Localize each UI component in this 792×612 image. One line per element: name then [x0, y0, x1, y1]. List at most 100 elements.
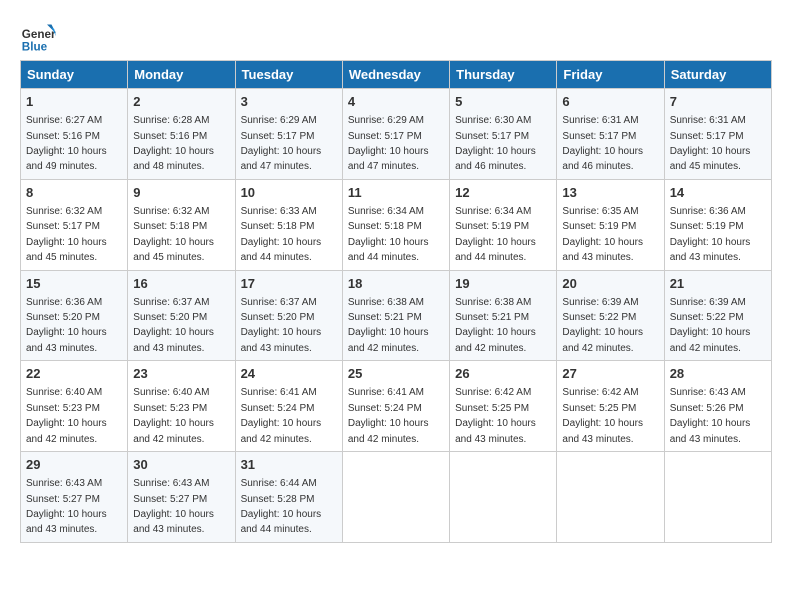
day-info: Sunrise: 6:30 AMSunset: 5:17 PMDaylight:… — [455, 115, 536, 172]
day-number: 4 — [348, 93, 444, 111]
calendar-cell: 11 Sunrise: 6:34 AMSunset: 5:18 PMDaylig… — [342, 179, 449, 270]
weekday-header: Saturday — [664, 61, 771, 89]
day-info: Sunrise: 6:29 AMSunset: 5:17 PMDaylight:… — [241, 115, 322, 172]
day-number: 10 — [241, 184, 337, 202]
calendar-cell: 30 Sunrise: 6:43 AMSunset: 5:27 PMDaylig… — [128, 452, 235, 543]
day-info: Sunrise: 6:37 AMSunset: 5:20 PMDaylight:… — [241, 297, 322, 354]
day-info: Sunrise: 6:36 AMSunset: 5:20 PMDaylight:… — [26, 297, 107, 354]
logo: General Blue — [20, 20, 56, 56]
weekday-header: Wednesday — [342, 61, 449, 89]
day-number: 5 — [455, 93, 551, 111]
calendar-table: SundayMondayTuesdayWednesdayThursdayFrid… — [20, 60, 772, 543]
calendar-cell: 18 Sunrise: 6:38 AMSunset: 5:21 PMDaylig… — [342, 270, 449, 361]
day-number: 31 — [241, 456, 337, 474]
calendar-cell: 1 Sunrise: 6:27 AMSunset: 5:16 PMDayligh… — [21, 89, 128, 180]
day-info: Sunrise: 6:41 AMSunset: 5:24 PMDaylight:… — [241, 387, 322, 444]
day-info: Sunrise: 6:27 AMSunset: 5:16 PMDaylight:… — [26, 115, 107, 172]
day-number: 26 — [455, 365, 551, 383]
calendar-cell: 7 Sunrise: 6:31 AMSunset: 5:17 PMDayligh… — [664, 89, 771, 180]
day-info: Sunrise: 6:38 AMSunset: 5:21 PMDaylight:… — [348, 297, 429, 354]
calendar-cell: 6 Sunrise: 6:31 AMSunset: 5:17 PMDayligh… — [557, 89, 664, 180]
day-info: Sunrise: 6:42 AMSunset: 5:25 PMDaylight:… — [455, 387, 536, 444]
day-number: 16 — [133, 275, 229, 293]
day-info: Sunrise: 6:43 AMSunset: 5:27 PMDaylight:… — [26, 478, 107, 535]
day-number: 1 — [26, 93, 122, 111]
page-header: General Blue — [20, 20, 772, 56]
day-info: Sunrise: 6:29 AMSunset: 5:17 PMDaylight:… — [348, 115, 429, 172]
day-number: 19 — [455, 275, 551, 293]
calendar-cell: 27 Sunrise: 6:42 AMSunset: 5:25 PMDaylig… — [557, 361, 664, 452]
day-number: 11 — [348, 184, 444, 202]
day-number: 29 — [26, 456, 122, 474]
day-info: Sunrise: 6:40 AMSunset: 5:23 PMDaylight:… — [133, 387, 214, 444]
weekday-header: Friday — [557, 61, 664, 89]
svg-text:General: General — [22, 28, 56, 41]
day-number: 6 — [562, 93, 658, 111]
calendar-cell: 13 Sunrise: 6:35 AMSunset: 5:19 PMDaylig… — [557, 179, 664, 270]
calendar-cell: 15 Sunrise: 6:36 AMSunset: 5:20 PMDaylig… — [21, 270, 128, 361]
calendar-cell: 29 Sunrise: 6:43 AMSunset: 5:27 PMDaylig… — [21, 452, 128, 543]
day-number: 8 — [26, 184, 122, 202]
day-number: 25 — [348, 365, 444, 383]
day-number: 30 — [133, 456, 229, 474]
day-info: Sunrise: 6:28 AMSunset: 5:16 PMDaylight:… — [133, 115, 214, 172]
calendar-cell: 25 Sunrise: 6:41 AMSunset: 5:24 PMDaylig… — [342, 361, 449, 452]
day-info: Sunrise: 6:31 AMSunset: 5:17 PMDaylight:… — [670, 115, 751, 172]
day-info: Sunrise: 6:32 AMSunset: 5:17 PMDaylight:… — [26, 206, 107, 263]
day-info: Sunrise: 6:31 AMSunset: 5:17 PMDaylight:… — [562, 115, 643, 172]
day-info: Sunrise: 6:43 AMSunset: 5:27 PMDaylight:… — [133, 478, 214, 535]
day-number: 9 — [133, 184, 229, 202]
calendar-cell — [664, 452, 771, 543]
calendar-cell: 14 Sunrise: 6:36 AMSunset: 5:19 PMDaylig… — [664, 179, 771, 270]
day-number: 21 — [670, 275, 766, 293]
day-info: Sunrise: 6:33 AMSunset: 5:18 PMDaylight:… — [241, 206, 322, 263]
calendar-cell: 28 Sunrise: 6:43 AMSunset: 5:26 PMDaylig… — [664, 361, 771, 452]
day-number: 22 — [26, 365, 122, 383]
calendar-cell — [450, 452, 557, 543]
day-number: 12 — [455, 184, 551, 202]
day-info: Sunrise: 6:35 AMSunset: 5:19 PMDaylight:… — [562, 206, 643, 263]
calendar-cell: 16 Sunrise: 6:37 AMSunset: 5:20 PMDaylig… — [128, 270, 235, 361]
calendar-cell — [557, 452, 664, 543]
day-info: Sunrise: 6:43 AMSunset: 5:26 PMDaylight:… — [670, 387, 751, 444]
calendar-row: 22 Sunrise: 6:40 AMSunset: 5:23 PMDaylig… — [21, 361, 772, 452]
calendar-cell: 24 Sunrise: 6:41 AMSunset: 5:24 PMDaylig… — [235, 361, 342, 452]
header-row: SundayMondayTuesdayWednesdayThursdayFrid… — [21, 61, 772, 89]
calendar-cell: 31 Sunrise: 6:44 AMSunset: 5:28 PMDaylig… — [235, 452, 342, 543]
day-number: 17 — [241, 275, 337, 293]
calendar-cell: 12 Sunrise: 6:34 AMSunset: 5:19 PMDaylig… — [450, 179, 557, 270]
calendar-cell — [342, 452, 449, 543]
day-info: Sunrise: 6:32 AMSunset: 5:18 PMDaylight:… — [133, 206, 214, 263]
day-info: Sunrise: 6:42 AMSunset: 5:25 PMDaylight:… — [562, 387, 643, 444]
day-info: Sunrise: 6:44 AMSunset: 5:28 PMDaylight:… — [241, 478, 322, 535]
calendar-cell: 20 Sunrise: 6:39 AMSunset: 5:22 PMDaylig… — [557, 270, 664, 361]
day-number: 2 — [133, 93, 229, 111]
calendar-cell: 23 Sunrise: 6:40 AMSunset: 5:23 PMDaylig… — [128, 361, 235, 452]
day-info: Sunrise: 6:34 AMSunset: 5:18 PMDaylight:… — [348, 206, 429, 263]
day-info: Sunrise: 6:36 AMSunset: 5:19 PMDaylight:… — [670, 206, 751, 263]
calendar-cell: 3 Sunrise: 6:29 AMSunset: 5:17 PMDayligh… — [235, 89, 342, 180]
day-number: 28 — [670, 365, 766, 383]
calendar-cell: 8 Sunrise: 6:32 AMSunset: 5:17 PMDayligh… — [21, 179, 128, 270]
calendar-cell: 21 Sunrise: 6:39 AMSunset: 5:22 PMDaylig… — [664, 270, 771, 361]
calendar-cell: 17 Sunrise: 6:37 AMSunset: 5:20 PMDaylig… — [235, 270, 342, 361]
day-info: Sunrise: 6:39 AMSunset: 5:22 PMDaylight:… — [670, 297, 751, 354]
calendar-row: 8 Sunrise: 6:32 AMSunset: 5:17 PMDayligh… — [21, 179, 772, 270]
svg-text:Blue: Blue — [22, 41, 48, 54]
calendar-cell: 9 Sunrise: 6:32 AMSunset: 5:18 PMDayligh… — [128, 179, 235, 270]
day-number: 13 — [562, 184, 658, 202]
weekday-header: Monday — [128, 61, 235, 89]
day-info: Sunrise: 6:38 AMSunset: 5:21 PMDaylight:… — [455, 297, 536, 354]
weekday-header: Sunday — [21, 61, 128, 89]
weekday-header: Thursday — [450, 61, 557, 89]
calendar-cell: 26 Sunrise: 6:42 AMSunset: 5:25 PMDaylig… — [450, 361, 557, 452]
day-number: 15 — [26, 275, 122, 293]
day-number: 14 — [670, 184, 766, 202]
day-number: 20 — [562, 275, 658, 293]
day-info: Sunrise: 6:40 AMSunset: 5:23 PMDaylight:… — [26, 387, 107, 444]
calendar-row: 29 Sunrise: 6:43 AMSunset: 5:27 PMDaylig… — [21, 452, 772, 543]
day-number: 18 — [348, 275, 444, 293]
calendar-cell: 5 Sunrise: 6:30 AMSunset: 5:17 PMDayligh… — [450, 89, 557, 180]
day-number: 7 — [670, 93, 766, 111]
day-info: Sunrise: 6:41 AMSunset: 5:24 PMDaylight:… — [348, 387, 429, 444]
